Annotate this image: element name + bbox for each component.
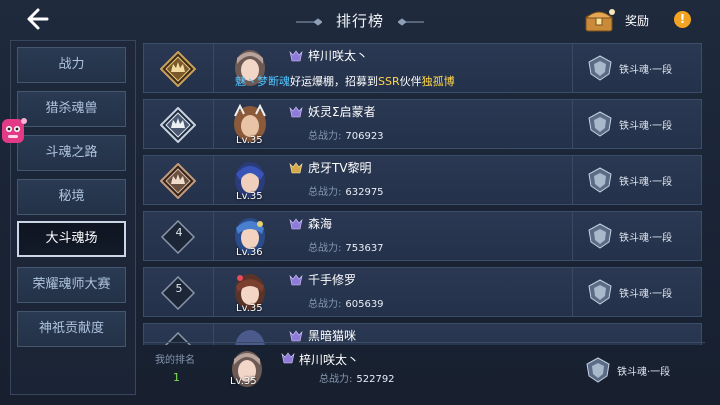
sidebar-item-soul-road[interactable]: 斗魂之路 [17,135,126,171]
rank-cell [144,100,214,148]
iron-segment-icon [586,357,610,383]
player-name: 虎牙TV黎明 [308,161,372,175]
my-rank-label: 我的排名 [155,355,195,366]
sidebar-item-power[interactable]: 战力 [17,47,126,83]
ranking-row[interactable]: 5 Lv.35 千手修罗 总战力: 605639 铁斗魂·一段 [143,267,702,317]
rank-emblem-icon [289,106,303,118]
player-name: 森海 [308,217,333,231]
page-title: 排行榜 [335,12,384,30]
player-name: 妖灵Σ启蒙者 [308,105,376,119]
rank-cell [144,44,214,92]
iron-segment-icon [588,55,612,81]
segment-cell: 铁斗魂·一段 [572,100,702,148]
player-name: 千手修罗 [308,273,357,287]
my-ranking-bar: 我的排名 1 Lv.35 梓川咲太丶 总战力: 522792 铁斗魂·一段 [143,342,705,395]
category-sidebar: 战力 猎杀魂兽 斗魂之路 秘境 大斗魂场 荣耀魂师大赛 神祇贡献度 [10,40,136,395]
rank-number: 4 [175,226,183,239]
page-title-area: 排行榜 [296,10,424,32]
announcement-text-2: 伙伴 [399,75,422,88]
sidebar-item-hunt-beast[interactable]: 猎杀魂兽 [17,91,126,127]
iron-segment-icon [588,111,612,137]
ranking-row[interactable]: Lv.35 妖灵Σ启蒙者 总战力: 706923 铁斗魂·一段 [143,99,702,149]
player-power: 总战力: 632975 [308,187,384,198]
my-segment-cell: 铁斗魂·一段 [571,346,701,394]
iron-segment-icon [588,223,612,249]
segment-label: 铁斗魂·一段 [619,65,673,76]
my-segment-label: 铁斗魂·一段 [617,367,671,378]
treasure-chest-icon [584,9,615,32]
ranking-row[interactable]: 4 Lv.36 森海 总战力: 753637 铁斗魂·一段 [143,211,702,261]
player-power: 总战力: 605639 [308,299,384,310]
announcement-marquee: 魅丶梦断魂好运爆棚，招募到SSR伙伴独孤博 [235,73,455,89]
rank-silver-badge-icon [160,107,196,143]
title-ornament-left-icon [296,18,322,26]
rank-number: 5 [175,282,183,295]
rank-cell [144,156,214,204]
announcement-player: 魅丶梦断魂 [235,75,290,88]
info-icon[interactable]: ! [674,11,691,28]
iron-segment-icon [588,279,612,305]
segment-cell: 铁斗魂·一段 [572,156,702,204]
announcement-partner: 独孤博 [421,75,455,88]
segment-cell: 铁斗魂·一段 [572,44,702,92]
rank-emblem-icon [289,218,303,230]
rank-gold-badge-icon [160,51,196,87]
title-ornament-right-icon [398,18,424,26]
announcement-rarity: SSR [378,75,400,88]
player-level: Lv.35 [236,135,263,146]
segment-label: 铁斗魂·一段 [619,233,673,244]
rank-cell: 5 [144,268,214,316]
my-level: Lv.35 [230,376,257,387]
iron-segment-icon [588,167,612,193]
rank-emblem-icon [289,50,303,62]
player-name: 梓川咲太丶 [308,49,369,63]
sidebar-item-glory-contest[interactable]: 荣耀魂师大赛 [17,267,126,303]
announcement-text: 好运爆棚，招募到 [290,75,378,88]
rank-emblem-icon [289,330,303,342]
player-power: 总战力: 706923 [308,131,384,142]
sidebar-item-grand-arena[interactable]: 大斗魂场 [17,221,126,257]
segment-cell: 铁斗魂·一段 [572,268,702,316]
rank-emblem-gold-icon [289,162,303,174]
segment-label: 铁斗魂·一段 [619,289,673,300]
segment-label: 铁斗魂·一段 [619,177,673,188]
my-power: 总战力: 522792 [319,374,395,385]
segment-cell: 铁斗魂·一段 [572,212,702,260]
rank-emblem-icon [281,352,295,364]
reward-label: 奖励 [625,14,650,28]
player-level: Lv.35 [236,303,263,314]
rank-cell: 4 [144,212,214,260]
back-arrow-icon[interactable] [24,6,50,32]
ranking-row[interactable]: Lv.35 虎牙TV黎明 总战力: 632975 铁斗魂·一段 [143,155,702,205]
my-name: 梓川咲太丶 [299,353,360,367]
player-level: Lv.35 [236,191,263,202]
player-power: 总战力: 753637 [308,243,384,254]
sidebar-item-secret-realm[interactable]: 秘境 [17,179,126,215]
floating-mascot-icon[interactable] [0,115,28,147]
segment-label: 铁斗魂·一段 [619,121,673,132]
sidebar-item-deity-contribution[interactable]: 神祇贡献度 [17,311,126,347]
top-bar: 排行榜 奖励 ! [0,0,720,40]
rank-bronze-badge-icon [160,163,196,199]
rank-emblem-icon [289,274,303,286]
player-level: Lv.36 [236,247,263,258]
reward-button[interactable]: 奖励 [583,6,663,34]
my-rank-value: 1 [173,371,180,384]
